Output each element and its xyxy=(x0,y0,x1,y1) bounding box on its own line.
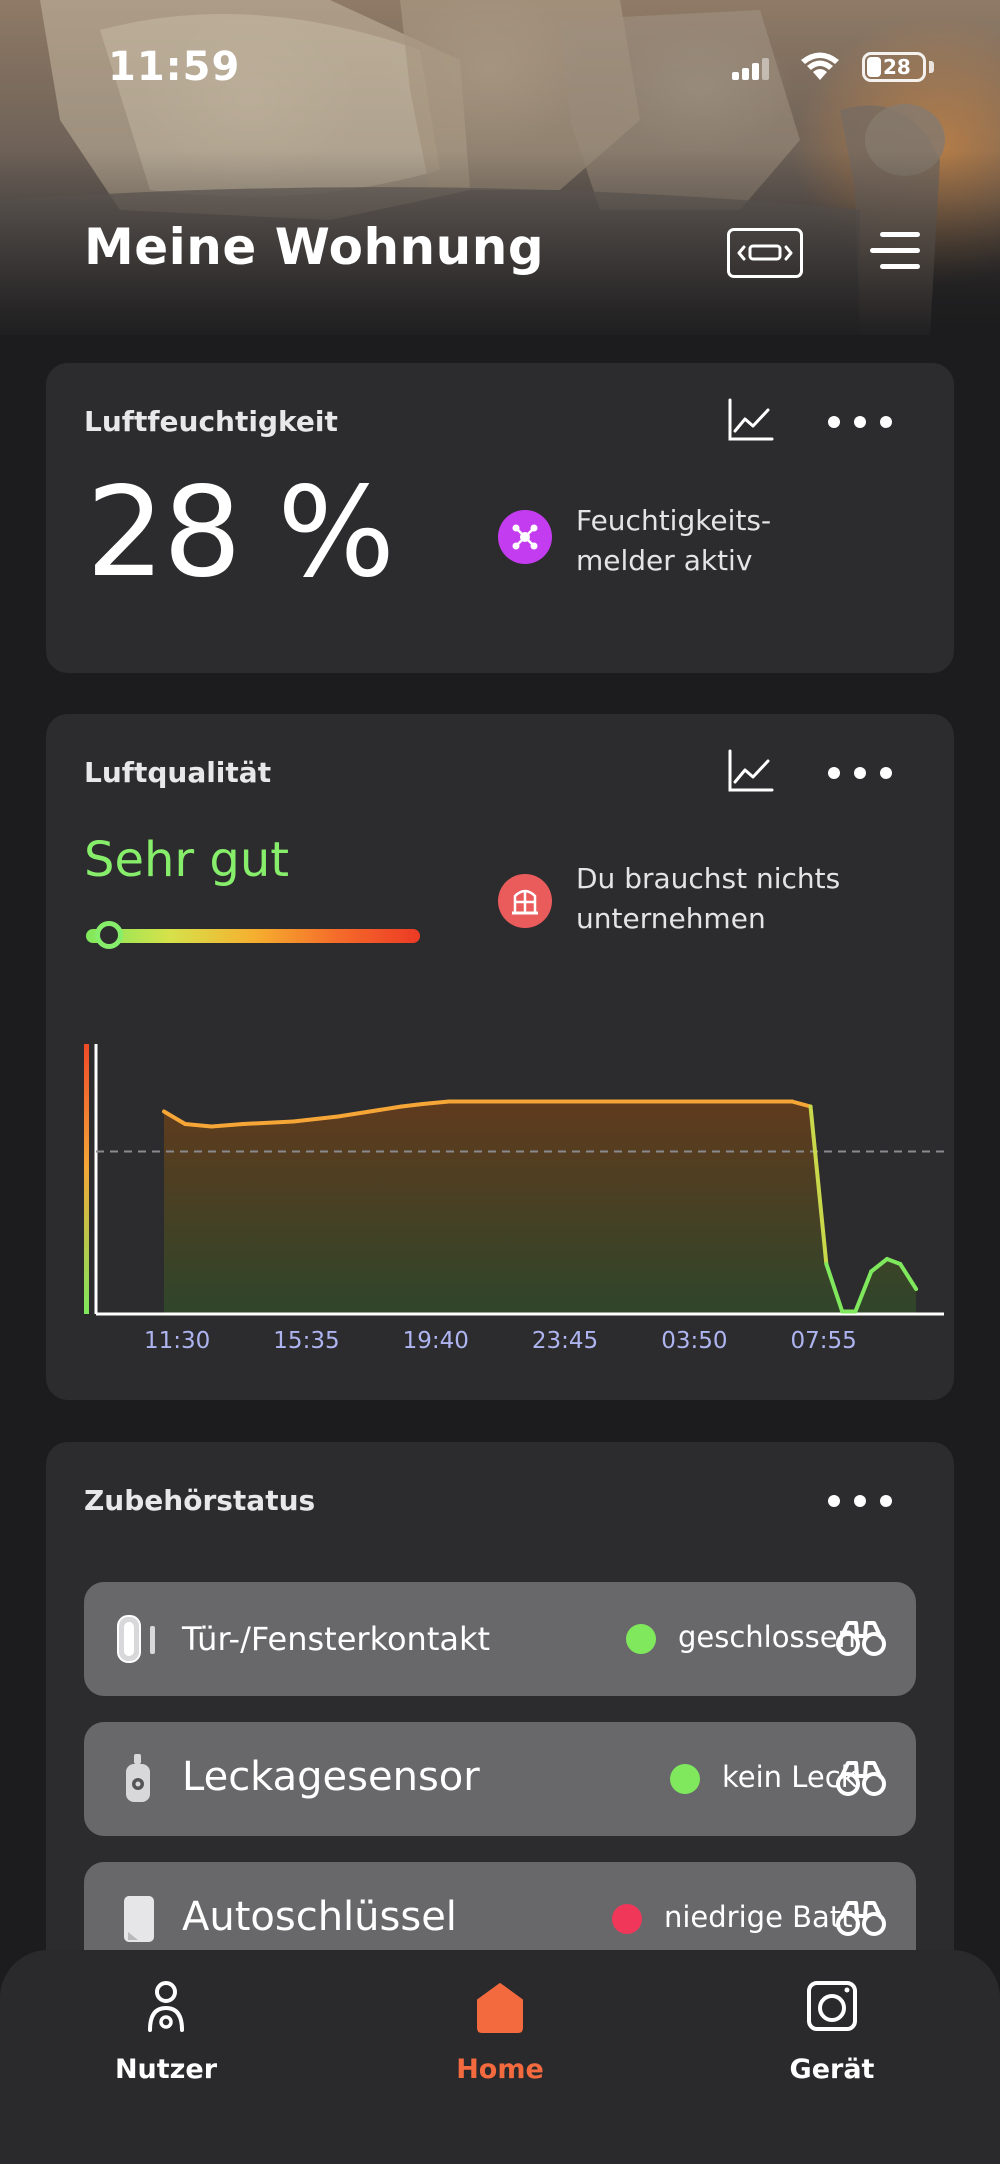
chart-x-tick-label: 23:45 xyxy=(532,1328,598,1354)
chart-x-tick-label: 15:35 xyxy=(273,1328,339,1354)
accessory-status: geschlossen xyxy=(678,1620,856,1654)
air-quality-chart-svg: 11:30 15:35 19:40 23:45 03:50 07:55 xyxy=(84,1044,962,1354)
device-icon xyxy=(807,1981,857,2031)
nav-item-home[interactable]: Home xyxy=(400,1978,600,2098)
chart-x-tick-label: 11:30 xyxy=(144,1328,210,1354)
remote-control-icon xyxy=(737,244,793,261)
user-icon xyxy=(148,1981,184,2032)
accessory-status-title: Zubehörstatus xyxy=(84,1484,316,1517)
dehumidifier-icon xyxy=(498,510,552,564)
status-bar: 11:59 28 xyxy=(0,0,1000,130)
humidity-note: Feuchtigkeits- melder aktiv xyxy=(576,504,772,577)
nav-label: Home xyxy=(456,2054,544,2085)
chart-area-fill xyxy=(164,1101,917,1314)
chart-x-tick-label: 19:40 xyxy=(403,1328,469,1354)
chart-x-tick-label: 07:55 xyxy=(791,1328,857,1354)
chart-line-segment xyxy=(183,1122,214,1129)
accessory-row-door-window-contact[interactable]: Tür-/Fensterkontakt geschlossen xyxy=(84,1582,916,1696)
home-icon xyxy=(477,1983,523,2033)
nav-label: Nutzer xyxy=(114,2054,218,2085)
chart-line-segment xyxy=(209,1122,246,1129)
wifi-icon xyxy=(801,52,839,80)
binoculars-icon[interactable] xyxy=(836,1898,886,1938)
nav-item-users[interactable]: Nutzer xyxy=(66,1978,266,2098)
car-key-tracker-icon xyxy=(124,1896,154,1942)
accessory-status-card: Zubehörstatus Tür-/Fensterkontakt geschl… xyxy=(46,1442,954,2002)
chart-line-segment xyxy=(399,1102,425,1109)
chart-line-segment xyxy=(420,1099,451,1106)
cellular-signal-icon xyxy=(732,58,770,80)
humidity-value: 28 % xyxy=(86,461,395,605)
air-quality-title: Luftqualität xyxy=(84,756,272,789)
status-dot xyxy=(612,1904,642,1934)
window-icon xyxy=(498,874,552,928)
air-quality-indicator xyxy=(95,921,124,949)
bottom-navigation: Nutzer Home Gerät xyxy=(0,1950,1000,2164)
accessory-row-leak-sensor[interactable]: Leckagesensor kein Leck xyxy=(84,1722,916,1836)
accessory-status: niedrige Batt. xyxy=(664,1900,862,1934)
accessory-more-button[interactable] xyxy=(828,1490,892,1510)
remote-control-button[interactable] xyxy=(727,228,803,278)
air-quality-note: Du brauchst nichts unternehmen xyxy=(576,862,841,935)
air-quality-more-button[interactable] xyxy=(828,762,892,782)
humidity-card[interactable]: Luftfeuchtigkeit 28 % Feuchtigkeits- mel… xyxy=(46,363,954,673)
humidity-more-button[interactable] xyxy=(828,411,892,431)
air-quality-card[interactable]: Luftqualität Sehr gut Du brauchst nichts… xyxy=(46,714,962,1400)
page-title: Meine Wohnung xyxy=(84,218,545,276)
leak-sensor-icon xyxy=(126,1754,150,1802)
status-dot xyxy=(670,1764,700,1794)
accessory-name: Leckagesensor xyxy=(182,1754,480,1800)
menu-button[interactable] xyxy=(868,228,920,274)
chart-line-segment xyxy=(241,1119,296,1126)
app-screen: 11:59 28 Meine Wohnung Luftfeuchtigkeit … xyxy=(0,0,1000,2164)
nav-label: Gerät xyxy=(789,2054,875,2085)
nav-item-device[interactable]: Gerät xyxy=(732,1978,932,2098)
battery-level: 28 xyxy=(883,55,911,79)
menu-icon xyxy=(880,232,920,237)
binoculars-icon[interactable] xyxy=(836,1618,886,1658)
accessory-name: Autoschlüssel xyxy=(182,1894,457,1940)
humidity-chart-button[interactable] xyxy=(726,397,774,443)
chart-y-scale xyxy=(84,1044,89,1314)
accessory-name: Tür-/Fensterkontakt xyxy=(182,1620,491,1658)
status-time: 11:59 xyxy=(108,44,241,90)
chart-x-tick-label: 03:50 xyxy=(661,1328,727,1354)
air-quality-chart-button[interactable] xyxy=(726,748,774,794)
battery-tip xyxy=(929,61,934,73)
air-quality-chart: 11:30 15:35 19:40 23:45 03:50 07:55 xyxy=(84,1044,962,1414)
battery-icon: 28 xyxy=(862,52,926,82)
door-window-contact-icon xyxy=(117,1615,155,1663)
humidity-title: Luftfeuchtigkeit xyxy=(84,405,338,438)
air-quality-scale xyxy=(86,921,420,949)
status-dot xyxy=(626,1624,656,1654)
air-quality-level: Sehr gut xyxy=(84,832,290,888)
binoculars-icon[interactable] xyxy=(836,1758,886,1798)
